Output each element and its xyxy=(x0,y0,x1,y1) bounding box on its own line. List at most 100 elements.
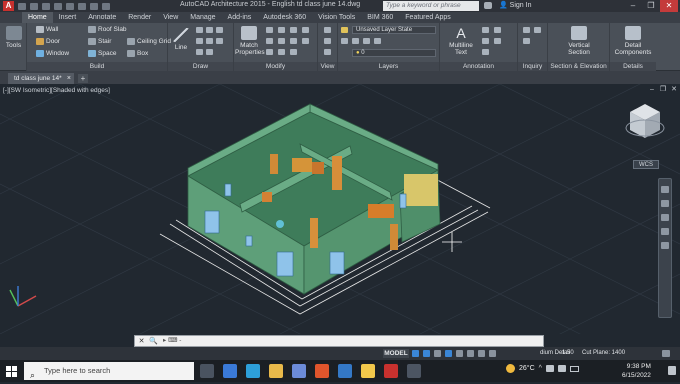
tray-chevron-icon[interactable]: ^ xyxy=(539,365,542,372)
start-windows-icon[interactable] xyxy=(6,366,17,377)
array-icon[interactable] xyxy=(302,27,309,33)
match-properties-button[interactable]: Match Properties xyxy=(235,26,265,56)
file-tab-close-button[interactable]: × xyxy=(67,73,71,84)
tab-manage[interactable]: Manage xyxy=(184,12,221,23)
media-player-icon[interactable] xyxy=(223,364,237,378)
minimize-button[interactable]: – xyxy=(624,0,642,12)
viewport-minimize-button[interactable]: – xyxy=(648,86,656,94)
new-file-icon[interactable] xyxy=(18,2,26,10)
move-icon[interactable] xyxy=(266,27,273,33)
new-tab-button[interactable]: + xyxy=(78,74,88,83)
point-icon[interactable] xyxy=(206,49,213,55)
viewport-close-button[interactable]: ✕ xyxy=(670,86,678,94)
keynote-icon[interactable] xyxy=(482,49,489,55)
tab-annotate[interactable]: Annotate xyxy=(82,12,122,23)
weather-temp[interactable]: 26°C xyxy=(519,365,535,372)
command-input[interactable]: ▸ ⌨ - xyxy=(163,336,181,346)
ellipse-icon[interactable] xyxy=(216,38,223,44)
fillet-icon[interactable] xyxy=(290,38,297,44)
mail-icon[interactable] xyxy=(338,364,352,378)
tab-autodesk-360[interactable]: Autodesk 360 xyxy=(257,12,312,23)
dropdown-icon[interactable] xyxy=(102,2,110,10)
explode-icon[interactable] xyxy=(302,38,309,44)
taskbar-clock[interactable]: 9:38 PM 6/15/2022 xyxy=(622,362,651,380)
meet-icon[interactable] xyxy=(292,364,306,378)
wcs-menu[interactable]: WCS xyxy=(633,160,659,169)
battery-icon[interactable] xyxy=(569,365,579,372)
transparency-icon[interactable] xyxy=(478,350,485,357)
tag-icon[interactable] xyxy=(494,38,501,44)
selection-cycling-icon[interactable] xyxy=(489,350,496,357)
calculator-icon[interactable] xyxy=(407,364,421,378)
rectangle-icon[interactable] xyxy=(196,38,203,44)
mirror-icon[interactable] xyxy=(278,38,285,44)
save-as-icon[interactable] xyxy=(54,2,62,10)
stair-button[interactable]: Stair xyxy=(88,38,111,45)
detail-components-button[interactable]: Detail Components xyxy=(612,26,654,56)
layer-isolate-icon[interactable] xyxy=(352,38,359,44)
showmotion-icon[interactable] xyxy=(661,242,669,249)
chrome-icon[interactable] xyxy=(361,364,375,378)
ceiling-grid-button[interactable]: Ceiling Grid xyxy=(127,38,171,45)
tab-vision-tools[interactable]: Vision Tools xyxy=(312,12,361,23)
rotate-icon[interactable] xyxy=(278,27,285,33)
close-button[interactable]: ✕ xyxy=(660,0,678,12)
polyline-icon[interactable] xyxy=(196,27,203,33)
tab-view[interactable]: View xyxy=(157,12,184,23)
current-layer-select[interactable]: ● 0 xyxy=(352,49,436,57)
hatch-icon[interactable] xyxy=(206,38,213,44)
roof-slab-button[interactable]: Roof Slab xyxy=(88,26,127,33)
network-icon[interactable] xyxy=(545,365,554,372)
visual-style-icon[interactable] xyxy=(324,38,331,44)
tab-render[interactable]: Render xyxy=(122,12,157,23)
multiline-text-button[interactable]: A Multiline Text xyxy=(444,26,478,56)
snap-icon[interactable] xyxy=(423,350,430,357)
print-icon[interactable] xyxy=(66,2,74,10)
tab-bim-360[interactable]: BIM 360 xyxy=(361,12,399,23)
redo-icon[interactable] xyxy=(90,2,98,10)
pan-icon[interactable] xyxy=(661,200,669,207)
wall-button[interactable]: Wall xyxy=(36,26,58,33)
offset-icon[interactable] xyxy=(290,49,297,55)
volume-icon[interactable] xyxy=(557,365,566,372)
autocad-taskbar-icon[interactable] xyxy=(384,364,398,378)
model-space-button[interactable]: MODEL xyxy=(383,349,409,358)
app-logo-icon[interactable]: A xyxy=(3,1,14,11)
task-view-icon[interactable] xyxy=(200,364,214,378)
open-file-icon[interactable] xyxy=(30,2,38,10)
copy-icon[interactable] xyxy=(266,38,273,44)
stretch-icon[interactable] xyxy=(266,49,273,55)
door-button[interactable]: Door xyxy=(36,38,60,45)
viewport-restore-button[interactable]: ❐ xyxy=(659,86,667,94)
annotation-scale[interactable]: 1:50 xyxy=(562,349,574,358)
cut-plane[interactable]: Cut Plane: 1400 xyxy=(582,349,625,358)
steering-wheel-icon[interactable] xyxy=(661,186,669,193)
line-button[interactable]: Line xyxy=(171,28,191,51)
viewport-label[interactable]: [-][SW Isometric][Shaded with edges] xyxy=(3,87,110,94)
command-search-icon[interactable]: 🔍 xyxy=(149,337,158,346)
layer-properties-icon[interactable] xyxy=(341,27,348,33)
id-point-icon[interactable] xyxy=(523,38,530,44)
window-button[interactable]: Window xyxy=(36,50,69,57)
firefox-icon[interactable] xyxy=(315,364,329,378)
space-button[interactable]: Space xyxy=(88,50,116,57)
zoom-icon[interactable] xyxy=(661,214,669,221)
ortho-icon[interactable] xyxy=(434,350,441,357)
osnap-icon[interactable] xyxy=(456,350,463,357)
drawing-viewport[interactable]: [-][SW Isometric][Shaded with edges] – ❐… xyxy=(0,84,680,334)
lineweight-icon[interactable] xyxy=(467,350,474,357)
view-cube-icon[interactable] xyxy=(324,27,331,33)
sign-in-button[interactable]: 👤 Sign In xyxy=(499,1,531,9)
taskbar-search-input[interactable]: ⌕ Type here to search xyxy=(24,362,194,380)
command-line[interactable]: ✕ 🔍 ▸ ⌨ - xyxy=(134,335,544,347)
list-icon[interactable] xyxy=(534,27,541,33)
spline-icon[interactable] xyxy=(196,49,203,55)
binoculars-icon[interactable] xyxy=(484,2,492,9)
layer-freeze-icon[interactable] xyxy=(363,38,370,44)
layer-lock-icon[interactable] xyxy=(374,38,381,44)
box-button[interactable]: Box xyxy=(127,50,148,57)
grid-icon[interactable] xyxy=(412,350,419,357)
file-tab[interactable]: td class june 14* × xyxy=(8,73,74,84)
command-close-button[interactable]: ✕ xyxy=(137,337,146,346)
help-search-input[interactable]: Type a keyword or phrase xyxy=(383,1,479,11)
